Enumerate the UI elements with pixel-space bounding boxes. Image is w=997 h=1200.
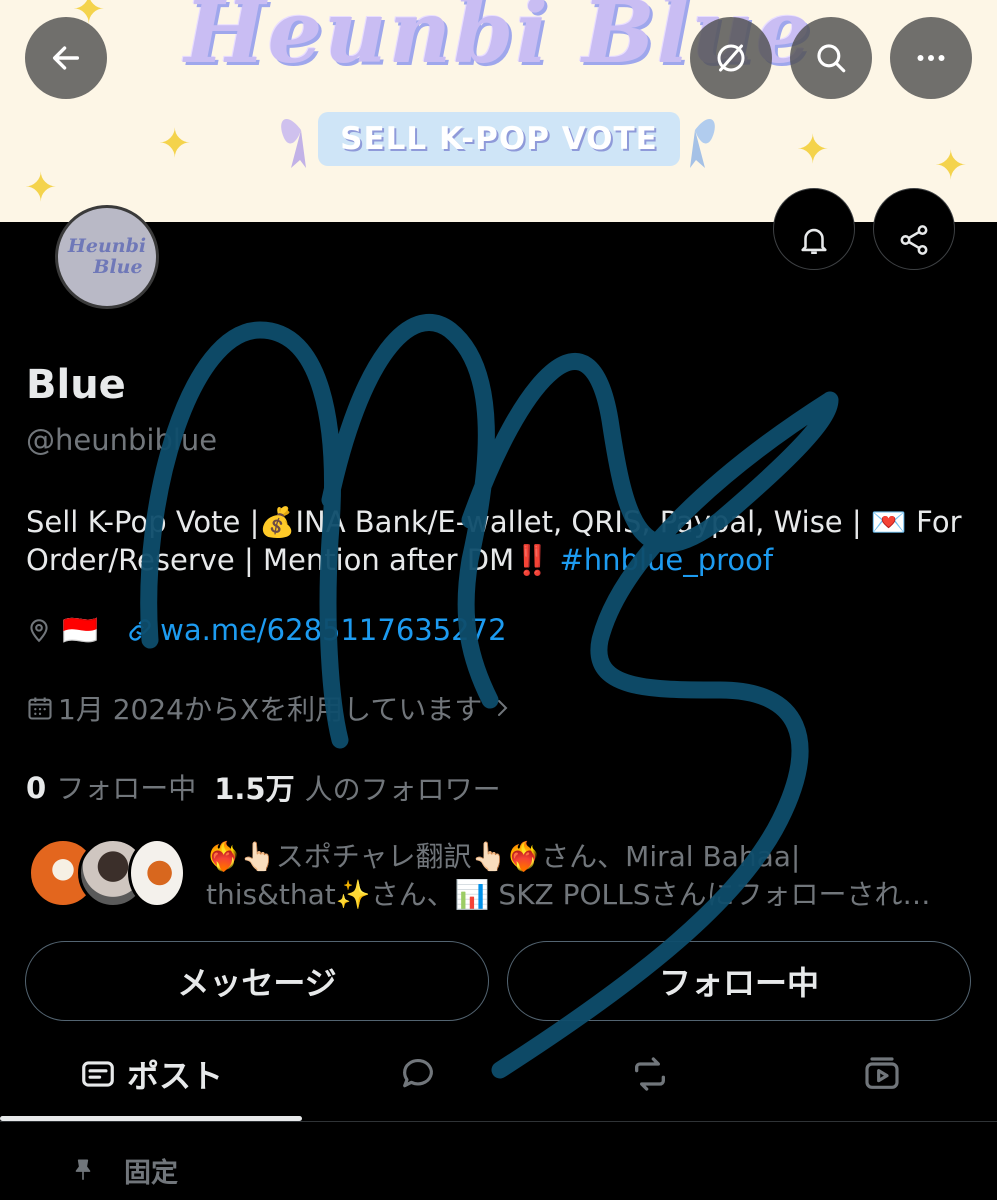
back-button[interactable]	[25, 17, 107, 99]
bio-text: Sell K-Pop Vote |💰INA Bank/E-wallet, QRI…	[26, 505, 962, 577]
profile-tabs: ポスト	[0, 1030, 997, 1122]
more-button[interactable]	[890, 17, 972, 99]
tab-reposts[interactable]	[534, 1030, 766, 1118]
follower-avatar	[128, 838, 186, 908]
bell-icon	[801, 228, 827, 255]
ribbon-bow-right-icon	[690, 118, 715, 168]
followed-by-text[interactable]: ❤️‍🔥👆🏻スポチャレ翻訳👆🏻❤️‍🔥さん、Miral Bahaa| this&…	[206, 838, 976, 914]
notifications-button[interactable]	[773, 188, 855, 270]
share-icon	[900, 225, 928, 255]
followed-by-line1: ❤️‍🔥👆🏻スポチャレ翻訳👆🏻❤️‍🔥さん、Miral Bahaa|	[206, 840, 801, 873]
sparkle-icon: ✦	[934, 143, 968, 189]
tab-posts-label: ポスト	[126, 1057, 223, 1095]
location-flag: 🇮🇩	[62, 612, 99, 647]
repost-icon	[635, 1057, 665, 1091]
sparkle-icon: ✦	[158, 121, 192, 167]
pinned-label: 固定	[124, 1157, 178, 1189]
joined-date[interactable]: 1月 2024からXを利用しています	[26, 688, 514, 728]
pinned-label-row: 固定	[70, 1150, 178, 1190]
chevron-right-icon	[498, 700, 508, 716]
following-count: 0	[26, 771, 47, 805]
profile-handle: @heunbiblue	[26, 423, 218, 457]
following-label: フォロー中	[56, 772, 197, 805]
profile-meta: 🇮🇩 wa.me/6285117635272	[26, 610, 507, 650]
more-icon	[917, 55, 945, 61]
avatar-line2: Blue	[93, 256, 143, 278]
follow-counts: 0 フォロー中 1.5万 人のフォロワー	[26, 766, 501, 808]
location-pin-icon	[30, 619, 48, 643]
avatar-line1: Heunbi	[67, 235, 147, 257]
eye-slash-icon	[717, 44, 745, 72]
media-icon	[864, 1057, 899, 1089]
tab-media[interactable]	[766, 1030, 997, 1118]
reply-icon	[403, 1058, 433, 1088]
tab-posts[interactable]: ポスト	[0, 1030, 302, 1118]
profile-name: Blue	[26, 362, 126, 408]
joined-text: 1月 2024からXを利用しています	[58, 693, 483, 726]
website-link[interactable]: wa.me/6285117635272	[160, 613, 506, 647]
followers-stat[interactable]: 1.5万 人のフォロワー	[214, 766, 500, 808]
hide-button[interactable]	[690, 17, 772, 99]
followers-count: 1.5万	[214, 772, 295, 806]
sparkle-icon: ✦	[24, 165, 58, 211]
banner-ribbon: SELL K-POP VOTE	[318, 112, 680, 166]
link-icon	[129, 619, 151, 641]
back-arrow-icon	[52, 46, 80, 70]
calendar-icon	[28, 697, 52, 720]
pin-icon	[75, 1159, 91, 1180]
sparkle-icon: ✦	[796, 127, 830, 173]
tabs-divider	[0, 1121, 997, 1122]
avatar[interactable]: Heunbi Blue	[55, 205, 159, 309]
bio-hashtag-link[interactable]: #hnblue_proof	[559, 543, 773, 577]
share-button[interactable]	[873, 188, 955, 270]
followed-by-line2: this&that✨さん、📊 SKZ POLLSさんにフォローされ…	[206, 878, 931, 911]
profile-screen: Heunbi Blue SELL K-POP VOTE ✦ ✦ ✦ ✦ ✦ He	[0, 0, 997, 1200]
tab-replies[interactable]	[302, 1030, 534, 1118]
profile-bio: Sell K-Pop Vote |💰INA Bank/E-wallet, QRI…	[26, 503, 976, 579]
following-stat[interactable]: 0 フォロー中	[26, 767, 196, 807]
message-button[interactable]: メッセージ	[25, 941, 489, 1021]
search-button[interactable]	[790, 17, 872, 99]
search-icon	[817, 44, 846, 73]
following-button[interactable]: フォロー中	[507, 941, 971, 1021]
followers-label: 人のフォロワー	[304, 773, 501, 806]
posts-icon	[82, 1061, 114, 1087]
